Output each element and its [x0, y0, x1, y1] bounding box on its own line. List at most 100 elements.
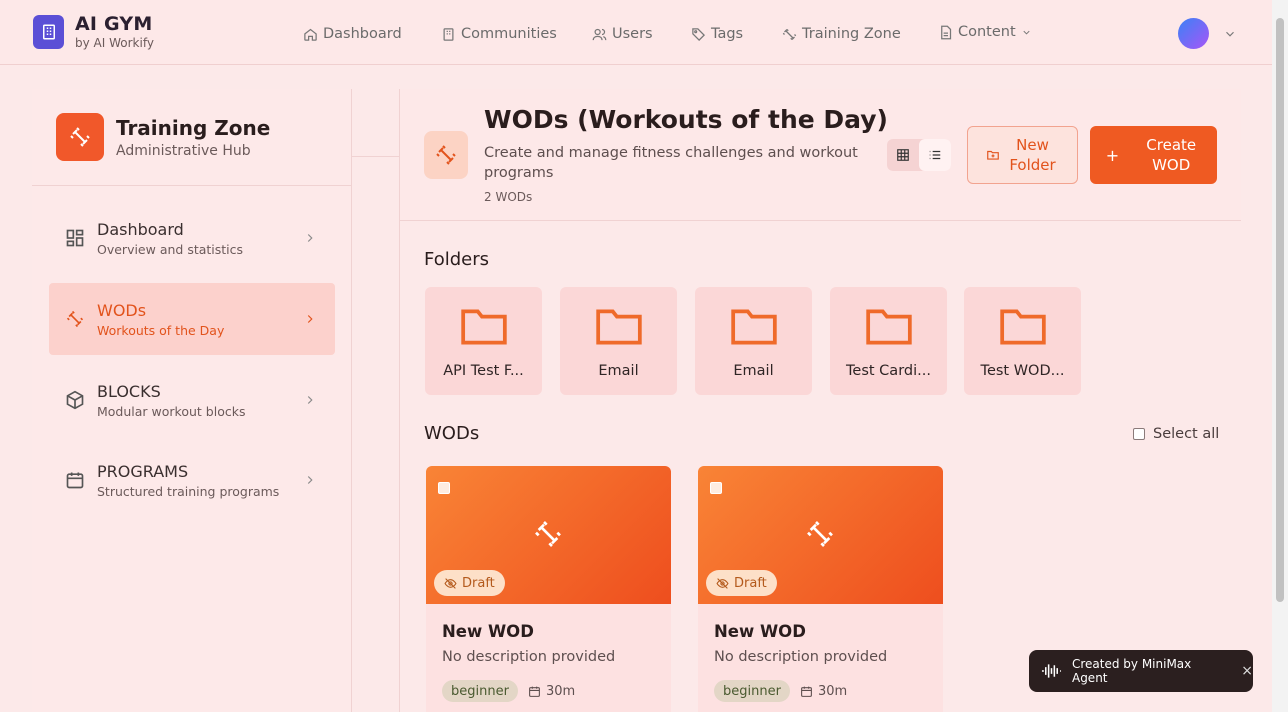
- folder-icon: [999, 309, 1046, 345]
- select-all[interactable]: Select all: [1133, 426, 1219, 442]
- status-badge: Draft: [434, 570, 505, 596]
- folder-plus-icon: [986, 150, 999, 160]
- waveform-icon: [1041, 664, 1062, 678]
- folder-item[interactable]: Test Cardi...: [830, 287, 947, 395]
- sidebar-item-programs[interactable]: PROGRAMS Structured training programs: [49, 445, 335, 515]
- new-folder-button[interactable]: New Folder: [967, 126, 1078, 184]
- tag-icon: [692, 27, 706, 41]
- folder-icon: [595, 309, 642, 345]
- wod-card[interactable]: Draft New WOD No description provided be…: [426, 466, 671, 712]
- close-icon[interactable]: ×: [1241, 663, 1253, 679]
- wod-card[interactable]: Draft New WOD No description provided be…: [698, 466, 943, 712]
- create-wod-button[interactable]: + Create WOD: [1090, 126, 1217, 184]
- training-zone-sidebar: Training Zone Administrative Hub Dashboa…: [32, 89, 352, 712]
- nav-dashboard[interactable]: Dashboard: [303, 22, 402, 46]
- box-icon: [66, 390, 84, 410]
- collapse-sidebar-button[interactable]: [370, 108, 382, 138]
- nav-communities-label: Communities: [461, 26, 557, 42]
- nav-users[interactable]: Users: [592, 22, 653, 46]
- users-icon: [592, 28, 607, 40]
- wod-select-checkbox[interactable]: [438, 482, 450, 494]
- nav-users-label: Users: [612, 26, 653, 42]
- grid-view-button[interactable]: [887, 139, 919, 171]
- wod-card-hero: Draft: [698, 466, 943, 604]
- sidebar-item-sublabel: Overview and statistics: [97, 241, 244, 257]
- chevron-right-icon: [307, 234, 313, 242]
- sidebar-subtitle: Administrative Hub: [116, 142, 251, 159]
- chevron-right-icon: [307, 315, 313, 323]
- top-navbar: AI GYM by AI Workify Dashboard Communiti…: [0, 0, 1272, 65]
- user-menu[interactable]: [1178, 18, 1237, 49]
- dumbbell-icon: [56, 113, 104, 161]
- folder-item[interactable]: Test WOD...: [964, 287, 1081, 395]
- list-view-button[interactable]: [919, 139, 951, 171]
- edit-button[interactable]: [596, 476, 624, 504]
- edit-button[interactable]: [868, 476, 896, 504]
- sidebar-header: Training Zone Administrative Hub: [56, 113, 270, 161]
- building-icon: [443, 27, 454, 41]
- folder-icon: [865, 309, 912, 345]
- chevron-right-icon: [307, 476, 313, 484]
- duration: 30m: [800, 684, 847, 699]
- nav-content-label: Content: [958, 24, 1016, 40]
- status-badge: Draft: [706, 570, 777, 596]
- wod-select-checkbox[interactable]: [710, 482, 722, 494]
- nav-training-zone[interactable]: Training Zone: [782, 22, 901, 46]
- status-label: Draft: [734, 575, 767, 591]
- sidebar-item-wods[interactable]: WODs Workouts of the Day: [49, 283, 335, 355]
- avatar: [1178, 18, 1209, 49]
- folder-name: Email: [733, 363, 774, 379]
- chevron-down-icon: [1023, 30, 1030, 35]
- folder-item[interactable]: Email: [695, 287, 812, 395]
- dumbbell-icon: [66, 310, 84, 328]
- calendar-icon: [529, 686, 540, 697]
- select-all-checkbox[interactable]: [1133, 428, 1145, 440]
- brand[interactable]: AI GYM by AI Workify: [33, 14, 154, 50]
- wod-title: New WOD: [442, 622, 534, 641]
- brand-subtitle: by AI Workify: [75, 36, 154, 50]
- folder-name: Test Cardi...: [846, 363, 931, 379]
- calendar-icon: [801, 686, 812, 697]
- page-description: Create and manage fitness challenges and…: [484, 145, 858, 181]
- folder-item[interactable]: Email: [560, 287, 677, 395]
- sidebar-item-label: BLOCKS: [97, 381, 161, 401]
- plus-icon: +: [1105, 145, 1120, 165]
- chevron-down-icon: [1226, 31, 1234, 37]
- divider: [32, 185, 352, 186]
- toast-text: Created by MiniMax Agent: [1071, 657, 1192, 685]
- building-icon: [33, 15, 64, 49]
- sidebar-item-dashboard[interactable]: Dashboard Overview and statistics: [49, 203, 335, 273]
- sidebar-item-label: PROGRAMS: [97, 461, 189, 481]
- wod-card-hero: Draft: [426, 466, 671, 604]
- sidebar-item-sublabel: Structured training programs: [97, 483, 280, 499]
- sidebar-item-blocks[interactable]: BLOCKS Modular workout blocks: [49, 365, 335, 435]
- nav-content-dropdown[interactable]: Content: [938, 20, 1037, 44]
- nav-tags-label: Tags: [711, 26, 744, 42]
- folder-name: API Test F...: [443, 363, 524, 379]
- folder-icon: [460, 309, 507, 345]
- duration-label: 30m: [817, 683, 848, 699]
- dumbbell-icon: [807, 521, 833, 547]
- more-button[interactable]: [906, 476, 934, 504]
- scrollbar[interactable]: [1272, 0, 1288, 712]
- wod-meta: beginner 30m: [714, 680, 847, 702]
- folder-item[interactable]: API Test F...: [425, 287, 542, 395]
- home-icon: [304, 28, 317, 41]
- nav-communities[interactable]: Communities: [441, 22, 557, 46]
- nav-dashboard-label: Dashboard: [323, 26, 402, 42]
- wod-meta: beginner 30m: [442, 680, 575, 702]
- level-badge: beginner: [714, 680, 790, 702]
- more-button[interactable]: [634, 476, 662, 504]
- nav-tags[interactable]: Tags: [691, 22, 743, 46]
- duration: 30m: [528, 684, 575, 699]
- grid-icon: [66, 229, 84, 247]
- scrollbar-thumb[interactable]: [1276, 18, 1284, 602]
- status-label: Draft: [462, 575, 495, 591]
- document-icon: [941, 25, 952, 39]
- eye-off-icon: [444, 577, 457, 589]
- app-root: AI GYM by AI Workify Dashboard Communiti…: [0, 0, 1288, 712]
- sidebar-item-sublabel: Modular workout blocks: [97, 403, 246, 419]
- wod-description: No description provided: [714, 649, 888, 665]
- level-badge: beginner: [442, 680, 518, 702]
- brand-title: AI GYM: [75, 13, 153, 35]
